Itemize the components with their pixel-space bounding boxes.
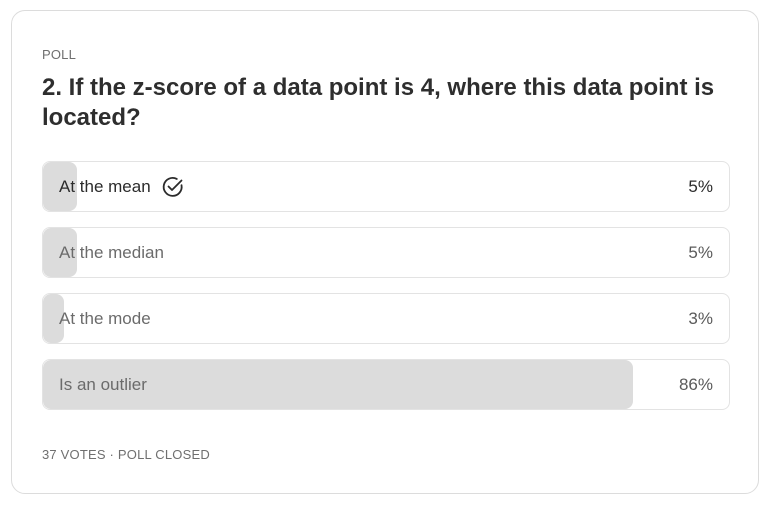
poll-option-at-the-median[interactable]: At the median 5% bbox=[42, 227, 730, 278]
poll-option-label: At the mode bbox=[59, 308, 151, 328]
poll-option-label: At the mean bbox=[59, 176, 151, 196]
poll-option-percent: 3% bbox=[688, 308, 713, 328]
poll-option-at-the-mode[interactable]: At the mode 3% bbox=[42, 293, 730, 344]
poll-option-percent: 5% bbox=[688, 242, 713, 262]
poll-card: POLL 2. If the z-score of a data point i… bbox=[11, 10, 759, 494]
check-circle-icon bbox=[161, 175, 185, 199]
poll-option-label: At the median bbox=[59, 242, 164, 262]
poll-status: 37 VOTES · POLL CLOSED bbox=[42, 447, 210, 462]
poll-option-percent: 86% bbox=[678, 374, 713, 394]
poll-option-percent: 5% bbox=[688, 176, 713, 196]
poll-options: At the mean 5% At the median 5% At the m… bbox=[42, 161, 730, 425]
poll-option-at-the-mean[interactable]: At the mean 5% bbox=[42, 161, 730, 212]
poll-option-is-an-outlier[interactable]: Is an outlier 86% bbox=[42, 359, 730, 410]
poll-option-label: Is an outlier bbox=[59, 374, 147, 394]
poll-eyebrow: POLL bbox=[42, 47, 77, 62]
poll-question: 2. If the z-score of a data point is 4, … bbox=[42, 74, 715, 131]
